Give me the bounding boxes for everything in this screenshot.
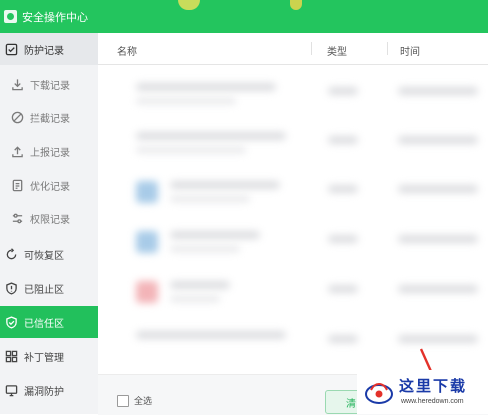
document-icon bbox=[10, 179, 24, 192]
title-bar: 安全操作中心 bbox=[0, 0, 488, 33]
shield-check-icon bbox=[4, 315, 18, 329]
sidebar: 防护记录 下载记录 拦截记录 上报记录 优化记录 权限记录 可恢复区 已阻止区 … bbox=[0, 33, 98, 414]
sidebar-item-label: 可恢复区 bbox=[24, 250, 64, 262]
checklist-icon bbox=[4, 43, 18, 56]
blurred-type-text bbox=[328, 285, 358, 293]
sliders-icon bbox=[10, 212, 24, 225]
blurred-name-text bbox=[170, 281, 230, 289]
sidebar-item-report-records[interactable]: 上报记录 bbox=[0, 135, 98, 167]
blurred-type-text bbox=[328, 136, 358, 144]
sidebar-item-block-records[interactable]: 拦截记录 bbox=[0, 101, 98, 133]
blurred-name-text bbox=[136, 83, 276, 91]
sidebar-item-download-records[interactable]: 下载记录 bbox=[0, 68, 98, 100]
table-row[interactable] bbox=[98, 120, 488, 168]
sidebar-item-protection-records[interactable]: 防护记录 bbox=[0, 33, 98, 65]
blurred-path-text bbox=[170, 246, 240, 252]
patch-grid-icon bbox=[4, 350, 18, 363]
sidebar-item-label: 权限记录 bbox=[30, 214, 70, 226]
blurred-type-text bbox=[328, 335, 358, 343]
sidebar-item-label: 补丁管理 bbox=[24, 352, 64, 364]
block-icon bbox=[10, 111, 24, 124]
sidebar-item-permission-records[interactable]: 权限记录 bbox=[0, 202, 98, 234]
window-title: 安全操作中心 bbox=[22, 11, 88, 24]
blurred-type-text bbox=[328, 185, 358, 193]
column-divider bbox=[311, 42, 312, 55]
table-row[interactable] bbox=[98, 71, 488, 119]
blurred-path-text bbox=[136, 147, 246, 153]
sidebar-item-label: 已信任区 bbox=[24, 318, 64, 330]
blurred-time-text bbox=[398, 285, 478, 293]
sidebar-item-label: 防护记录 bbox=[24, 45, 64, 57]
watermark-text: 这里下载 bbox=[399, 377, 468, 395]
shield-alert-icon bbox=[4, 281, 18, 295]
sidebar-item-optimize-records[interactable]: 优化记录 bbox=[0, 169, 98, 201]
blurred-name-text bbox=[136, 132, 286, 140]
watermark-url: www.heredown.com bbox=[401, 398, 464, 405]
select-all-label[interactable]: 全选 bbox=[134, 394, 152, 407]
table-row[interactable] bbox=[98, 169, 488, 217]
file-icon bbox=[136, 231, 158, 253]
blurred-name-text bbox=[170, 181, 280, 189]
column-header-name[interactable]: 名称 bbox=[117, 43, 137, 58]
download-icon bbox=[10, 78, 24, 91]
sidebar-item-trusted-zone[interactable]: 已信任区 bbox=[0, 306, 98, 338]
blurred-time-text bbox=[398, 136, 478, 144]
blurred-path-text bbox=[136, 98, 236, 104]
blurred-time-text bbox=[398, 185, 478, 193]
sidebar-item-label: 优化记录 bbox=[30, 181, 70, 193]
monitor-icon bbox=[4, 384, 18, 397]
blurred-path-text bbox=[170, 296, 220, 302]
decoration-shape bbox=[290, 0, 302, 10]
blurred-name-text bbox=[170, 231, 260, 239]
sidebar-item-recoverable-zone[interactable]: 可恢复区 bbox=[0, 238, 98, 270]
table-header: 名称 类型 时间 bbox=[98, 33, 488, 65]
blurred-type-text bbox=[328, 87, 358, 95]
blurred-path-text bbox=[170, 196, 250, 202]
file-icon bbox=[136, 181, 158, 203]
column-header-time[interactable]: 时间 bbox=[400, 43, 420, 58]
watermark: 这里下载 www.heredown.com bbox=[357, 370, 488, 414]
sidebar-item-vulnerability-protection[interactable]: 漏洞防护 bbox=[0, 374, 98, 406]
table-row[interactable] bbox=[98, 219, 488, 267]
blurred-time-text bbox=[398, 235, 478, 243]
sidebar-item-label: 上报记录 bbox=[30, 147, 70, 159]
blurred-type-text bbox=[328, 235, 358, 243]
watermark-logo-icon bbox=[365, 383, 393, 404]
sidebar-item-label: 下载记录 bbox=[30, 80, 70, 92]
sidebar-item-label: 漏洞防护 bbox=[24, 386, 64, 398]
column-header-type[interactable]: 类型 bbox=[327, 43, 347, 58]
upload-icon bbox=[10, 145, 24, 158]
blurred-name-text bbox=[136, 331, 286, 339]
sidebar-item-label: 拦截记录 bbox=[30, 113, 70, 125]
sidebar-item-patch-management[interactable]: 补丁管理 bbox=[0, 340, 98, 372]
sidebar-item-blocked-zone[interactable]: 已阻止区 bbox=[0, 272, 98, 304]
app-logo-icon bbox=[4, 10, 17, 23]
sidebar-item-label: 已阻止区 bbox=[24, 284, 64, 296]
blurred-time-text bbox=[398, 335, 478, 343]
file-icon bbox=[136, 281, 158, 303]
restore-icon bbox=[4, 247, 18, 261]
table-row[interactable] bbox=[98, 269, 488, 317]
blurred-time-text bbox=[398, 87, 478, 95]
decoration-shape bbox=[178, 0, 200, 10]
select-all-checkbox[interactable] bbox=[117, 395, 129, 407]
column-divider bbox=[387, 42, 388, 55]
